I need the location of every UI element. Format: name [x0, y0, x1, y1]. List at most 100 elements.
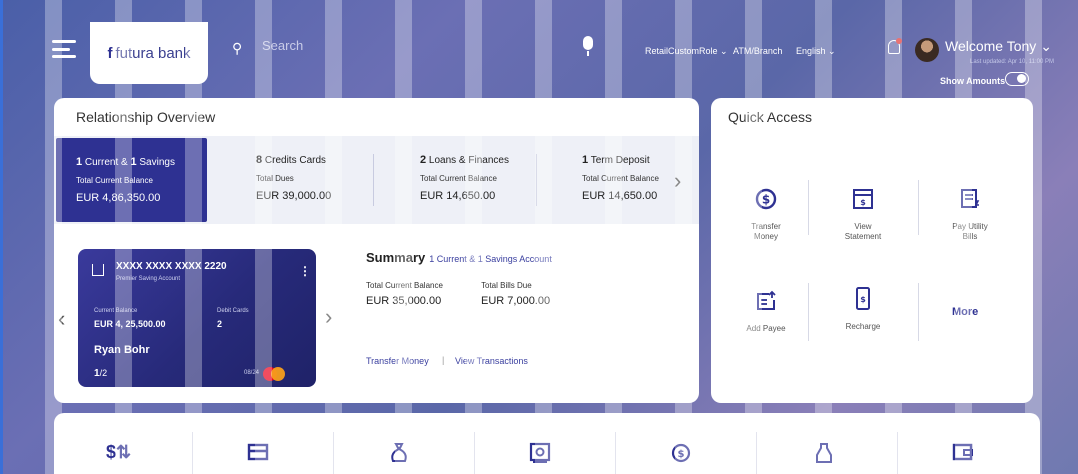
chevron-right-icon[interactable]: › — [325, 306, 332, 328]
show-amounts-toggle[interactable] — [1005, 72, 1029, 86]
jar-icon[interactable] — [814, 442, 834, 469]
svg-text:$: $ — [860, 198, 866, 207]
search-icon[interactable]: ⚲ — [232, 40, 242, 57]
logo-mark-icon: f — [107, 44, 113, 62]
card-icon[interactable] — [247, 442, 269, 467]
transfer-money-icon: $ — [753, 186, 779, 212]
divider — [536, 154, 537, 206]
add-payee-icon — [753, 288, 779, 314]
chevron-right-icon[interactable]: › — [674, 170, 681, 192]
search-input[interactable] — [262, 38, 562, 53]
role-selector[interactable]: RetailCustomRole ⌄ — [645, 46, 728, 57]
show-amounts-label: Show Amounts — [940, 76, 1006, 86]
account-tile-sub: Total Current Balance — [76, 176, 153, 185]
summary-title: Summary 1 Current & 1 Savings Account — [366, 250, 552, 265]
statement-icon: $ — [850, 186, 876, 212]
mastercard-logo-icon — [271, 367, 285, 381]
divider — [333, 432, 334, 474]
chevron-down-icon: ⌄ — [720, 46, 728, 56]
panel-title: Quick Access — [728, 109, 813, 125]
summary-bills-label: Total Bills Due — [481, 281, 532, 290]
logo-text: futura bank — [115, 44, 191, 62]
divider — [918, 283, 919, 341]
account-tile-value: EUR 14,650.00 — [420, 190, 496, 202]
link-separator: | — [442, 355, 445, 365]
current-balance-label: Current Balance — [94, 308, 138, 314]
bank-logo[interactable]: f futura bank — [90, 22, 208, 84]
quick-access-label: View Statement — [844, 222, 882, 241]
account-tile-credit-cards[interactable]: 8 Credits Cards Total Dues EUR 39,000.00 — [256, 136, 331, 224]
divider — [897, 432, 898, 474]
transfer-money-link[interactable]: Transfer Money — [366, 356, 429, 366]
avatar[interactable] — [915, 38, 939, 62]
quick-access-recharge[interactable]: $ Recharge — [818, 286, 908, 332]
svg-text:$: $ — [762, 193, 770, 207]
account-tile-sub: Total Dues — [256, 174, 294, 183]
welcome-text: Welcome Tony — [945, 38, 1037, 54]
divider — [756, 432, 757, 474]
account-tile-sub: Total Current Balance — [582, 174, 659, 183]
microphone-icon[interactable] — [583, 36, 593, 58]
card-type: Premier Saving Account — [116, 276, 181, 282]
quick-access-transfer-money[interactable]: $ Transfer Money — [721, 186, 811, 242]
divider — [615, 432, 616, 474]
accounts-summary-strip: 1 Current & 1 Savings Total Current Bala… — [54, 136, 699, 224]
summary-balance-label: Total Current Balance — [366, 281, 443, 290]
money-bag-icon[interactable] — [388, 442, 410, 469]
chevron-left-icon[interactable]: ‹ — [58, 308, 65, 330]
quick-access-pay-utility-bills[interactable]: Pay Utility Bills — [925, 186, 1015, 242]
quick-access-label: Pay Utility Bills — [952, 222, 988, 241]
summary-bills-value: EUR 7,000.00 — [481, 295, 551, 307]
debit-cards-label: Debit Cards — [217, 308, 249, 314]
panel-title: Relationship Overview — [76, 109, 216, 125]
account-tile-sub: Total Current Balance — [420, 174, 497, 183]
summary-balance-value: EUR 35,000.00 — [366, 295, 442, 307]
card-expiry: 08/24 — [244, 370, 260, 376]
menu-icon[interactable] — [52, 40, 76, 58]
exchange-icon[interactable]: $⇅ — [106, 442, 131, 463]
window-edge — [0, 0, 3, 474]
quick-access-label: Add Payee — [746, 324, 786, 333]
chevron-down-icon: ⌄ — [1040, 38, 1052, 54]
account-tile-value: EUR 14,650.00 — [582, 190, 658, 202]
quick-access-view-statement[interactable]: $ View Statement — [818, 186, 908, 242]
last-updated-text: Last updated: Apr 10, 11:00 PM — [970, 59, 1054, 65]
quick-access-add-payee[interactable]: Add Payee — [721, 288, 811, 334]
role-label: RetailCustomRole — [645, 46, 718, 56]
safe-icon[interactable] — [529, 442, 551, 469]
divider — [192, 432, 193, 474]
language-selector[interactable]: English ⌄ — [796, 46, 836, 57]
more-options-icon[interactable]: ⋮ — [299, 264, 311, 278]
account-tile-term-deposit[interactable]: 1 Term Deposit Total Current Balance EUR… — [582, 136, 659, 224]
dollar-cycle-icon[interactable]: $ — [670, 442, 692, 469]
more-button[interactable]: More — [952, 306, 978, 318]
quick-access-panel: Quick Access — [711, 98, 1033, 403]
quick-access-label: Transfer Money — [751, 222, 781, 241]
account-tile-value: EUR 4,86,350.00 — [76, 192, 161, 204]
home-icon — [92, 264, 104, 276]
card-number: XXXX XXXX XXXX 2220 — [116, 261, 227, 272]
atm-branch-link[interactable]: ATM/Branch — [733, 46, 782, 56]
account-tile-heading: 8 Credits Cards — [256, 154, 327, 166]
divider — [373, 154, 374, 206]
account-tile-value: EUR 39,000.00 — [256, 190, 332, 202]
quick-access-label: Recharge — [845, 322, 881, 331]
top-header: f futura bank ⚲ RetailCustomRole ⌄ ATM/B… — [0, 0, 1078, 95]
account-tile-loans[interactable]: 2 Loans & Finances Total Current Balance… — [420, 136, 509, 224]
svg-text:$: $ — [678, 449, 685, 460]
wallet-icon[interactable] — [952, 442, 974, 467]
view-transactions-link[interactable]: View Transactions — [455, 356, 528, 366]
chevron-down-icon: ⌄ — [828, 46, 836, 56]
account-tile-heading: 2 Loans & Finances — [420, 154, 509, 166]
mobile-recharge-icon: $ — [850, 286, 876, 312]
svg-text:$: $ — [860, 295, 866, 304]
account-tile-heading: 1 Term Deposit — [582, 154, 650, 166]
account-tile-current-savings[interactable]: 1 Current & 1 Savings Total Current Bala… — [56, 138, 207, 222]
current-balance-value: EUR 4, 25,500.00 — [94, 319, 166, 329]
divider — [918, 180, 919, 235]
account-card[interactable]: XXXX XXXX XXXX 2220 Premier Saving Accou… — [78, 249, 316, 387]
card-pagination: 1/2 — [94, 368, 108, 379]
welcome-menu[interactable]: Welcome Tony ⌄ — [945, 38, 1052, 55]
summary-subtitle: 1 Current & 1 Savings Account — [429, 254, 552, 264]
card-holder-name: Ryan Bohr — [94, 344, 150, 356]
